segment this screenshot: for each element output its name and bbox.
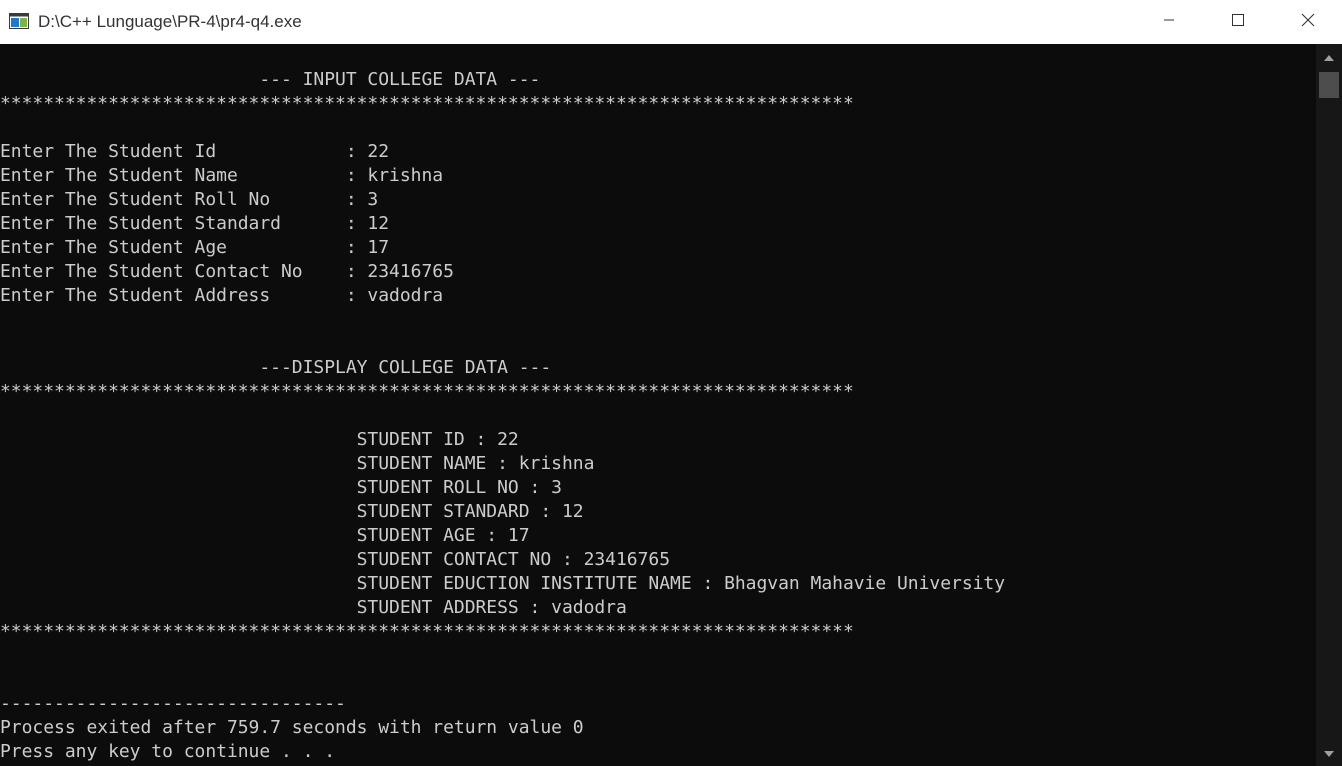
console-line: ---DISPLAY COLLEGE DATA ---	[0, 357, 552, 378]
console-line: Enter The Student Contact No : 23416765	[0, 261, 454, 282]
console-text: --- INPUT COLLEGE DATA --- **************…	[0, 68, 1005, 764]
console-line: ****************************************…	[0, 93, 854, 114]
maximize-icon	[1231, 13, 1245, 32]
close-button[interactable]	[1273, 0, 1342, 44]
scroll-up-button[interactable]	[1316, 44, 1342, 70]
console-line: STUDENT STANDARD : 12	[0, 501, 584, 522]
console-line: Enter The Student Roll No : 3	[0, 189, 379, 210]
chevron-down-icon	[1324, 744, 1334, 762]
console-app-icon	[9, 13, 29, 29]
vertical-scrollbar[interactable]	[1316, 44, 1342, 766]
console-line: STUDENT AGE : 17	[0, 525, 530, 546]
console-line: Press any key to continue . . .	[0, 741, 336, 762]
console-line: Enter The Student Name : krishna	[0, 165, 444, 186]
console-line: --------------------------------	[0, 693, 346, 714]
console-line: Process exited after 759.7 seconds with …	[0, 717, 584, 738]
console-line: STUDENT ADDRESS : vadodra	[0, 597, 627, 618]
console-line: STUDENT ROLL NO : 3	[0, 477, 562, 498]
console-window: D:\C++ Lunguage\PR-4\pr4-q4.exe --- INPU…	[0, 0, 1342, 766]
maximize-button[interactable]	[1203, 0, 1273, 44]
console-output[interactable]: --- INPUT COLLEGE DATA --- **************…	[0, 44, 1316, 766]
window-title: D:\C++ Lunguage\PR-4\pr4-q4.exe	[38, 12, 302, 31]
console-line: Enter The Student Address : vadodra	[0, 285, 444, 306]
console-line: Enter The Student Id : 22	[0, 141, 390, 162]
title-bar[interactable]: D:\C++ Lunguage\PR-4\pr4-q4.exe	[0, 0, 1342, 44]
close-icon	[1301, 13, 1315, 32]
console-line: STUDENT EDUCTION INSTITUTE NAME : Bhagva…	[0, 573, 1006, 594]
minimize-icon	[1163, 13, 1175, 31]
console-line: STUDENT CONTACT NO : 23416765	[0, 549, 671, 570]
chevron-up-icon	[1324, 48, 1334, 66]
console-line: Enter The Student Standard : 12	[0, 213, 390, 234]
console-line: STUDENT NAME : krishna	[0, 453, 595, 474]
scroll-down-button[interactable]	[1316, 740, 1342, 766]
console-line: --- INPUT COLLEGE DATA ---	[0, 69, 541, 90]
console-line: ****************************************…	[0, 381, 854, 402]
console-line: Enter The Student Age : 17	[0, 237, 390, 258]
console-line: ****************************************…	[0, 621, 854, 642]
console-line: STUDENT ID : 22	[0, 429, 519, 450]
minimize-button[interactable]	[1134, 0, 1204, 44]
scroll-thumb[interactable]	[1319, 72, 1339, 98]
